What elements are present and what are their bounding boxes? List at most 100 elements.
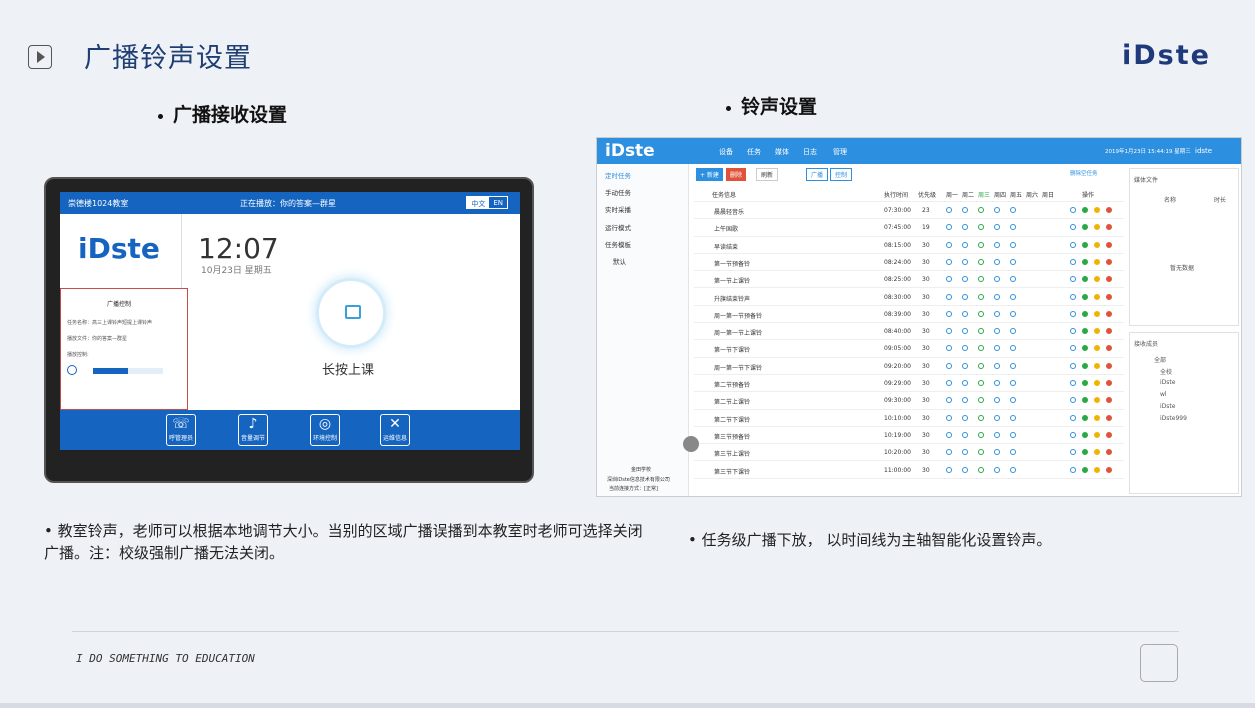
nav-admin[interactable]: 管理: [833, 147, 847, 157]
table-row[interactable]: 第二节预备铃 09:29:00 30: [694, 375, 1124, 393]
table-row[interactable]: 第三节上课铃 10:20:00 30: [694, 444, 1124, 462]
lang-en[interactable]: EN: [489, 197, 507, 208]
row-action-icon[interactable]: [1094, 241, 1100, 248]
nav-media[interactable]: 媒体: [775, 147, 789, 157]
tree-item[interactable]: wl: [1160, 391, 1167, 398]
side-manual-task[interactable]: 手动任务: [605, 187, 631, 197]
row-action-icon[interactable]: [1094, 293, 1100, 300]
lock-button[interactable]: [316, 278, 386, 348]
table-row[interactable]: 上午国歌 07:45:00 19: [694, 219, 1124, 237]
table-row[interactable]: 晨晨轻音乐 07:30:00 23: [694, 202, 1124, 220]
row-action-icon[interactable]: [1106, 466, 1112, 473]
play-icon[interactable]: [28, 45, 52, 69]
nav-log[interactable]: 日志: [803, 147, 817, 157]
table-row[interactable]: 第三节下课铃 11:00:00 30: [694, 462, 1124, 479]
row-action-icon[interactable]: [1082, 293, 1088, 300]
side-realtime[interactable]: 实时采播: [605, 204, 631, 214]
row-action-icon[interactable]: [1070, 293, 1076, 300]
table-row[interactable]: 第一节上课铃 08:25:00 30: [694, 271, 1124, 289]
table-row[interactable]: 第一节预备铃 08:24:00 30: [694, 254, 1124, 272]
row-action-icon[interactable]: [1094, 362, 1100, 369]
row-action-icon[interactable]: [1070, 310, 1076, 317]
row-action-icon[interactable]: [1082, 276, 1088, 283]
row-action-icon[interactable]: [1082, 362, 1088, 369]
row-action-icon[interactable]: [1070, 345, 1076, 352]
row-action-icon[interactable]: [1094, 414, 1100, 421]
call-admin-button[interactable]: ☏ 呼管理员: [166, 414, 196, 446]
row-action-icon[interactable]: [1094, 224, 1100, 231]
nav-device[interactable]: 设备: [719, 147, 733, 157]
row-action-icon[interactable]: [1070, 380, 1076, 386]
row-action-icon[interactable]: [1106, 293, 1112, 300]
row-action-icon[interactable]: [1094, 466, 1100, 473]
row-action-icon[interactable]: [1106, 345, 1112, 352]
row-action-icon[interactable]: [1082, 224, 1088, 231]
row-action-icon[interactable]: [1094, 397, 1100, 404]
row-action-icon[interactable]: [1070, 466, 1076, 473]
row-action-icon[interactable]: [1070, 362, 1076, 369]
row-action-icon[interactable]: [1082, 345, 1088, 352]
row-action-icon[interactable]: [1070, 276, 1076, 283]
row-action-icon[interactable]: [1094, 345, 1100, 352]
row-action-icon[interactable]: [1106, 362, 1112, 369]
nav-task[interactable]: 任务: [747, 147, 761, 157]
lang-switch[interactable]: 中文 EN: [466, 196, 508, 209]
row-action-icon[interactable]: [1106, 449, 1112, 456]
table-row[interactable]: 周一第一节下课铃 09:20:00 30: [694, 358, 1124, 375]
volume-slider[interactable]: [93, 368, 163, 374]
row-action-icon[interactable]: [1082, 310, 1088, 317]
row-action-icon[interactable]: [1070, 431, 1076, 438]
row-action-icon[interactable]: [1094, 207, 1100, 213]
control-button[interactable]: 控制: [830, 168, 853, 181]
new-button[interactable]: + 新建: [696, 168, 723, 181]
tree-all[interactable]: 全部: [1154, 355, 1166, 364]
volume-button[interactable]: ♪ 音量调节: [238, 414, 268, 446]
row-action-icon[interactable]: [1106, 224, 1112, 231]
delete-button[interactable]: 删除: [726, 168, 747, 181]
table-row[interactable]: 周一第一节预备铃 08:39:00 30: [694, 306, 1124, 324]
refresh-button[interactable]: 刷新: [756, 168, 779, 181]
row-action-icon[interactable]: [1070, 241, 1076, 248]
row-action-icon[interactable]: [1082, 466, 1088, 473]
pause-icon[interactable]: [67, 365, 77, 375]
row-action-icon[interactable]: [1082, 414, 1088, 421]
tree-item[interactable]: iDste: [1160, 403, 1175, 410]
row-action-icon[interactable]: [1106, 310, 1112, 317]
row-action-icon[interactable]: [1106, 380, 1112, 386]
row-action-icon[interactable]: [1082, 397, 1088, 404]
side-run-mode[interactable]: 运行模式: [605, 222, 631, 232]
table-row[interactable]: 第三节预备铃 10:19:00 30: [694, 427, 1124, 445]
row-action-icon[interactable]: [1070, 449, 1076, 456]
row-action-icon[interactable]: [1094, 276, 1100, 283]
table-row[interactable]: 第一节下课铃 09:05:00 30: [694, 340, 1124, 358]
row-action-icon[interactable]: [1070, 328, 1076, 335]
row-action-icon[interactable]: [1094, 431, 1100, 438]
tree-item[interactable]: iDste999: [1160, 415, 1187, 422]
row-action-icon[interactable]: [1082, 258, 1088, 265]
row-action-icon[interactable]: [1082, 328, 1088, 335]
tree-school[interactable]: 全校: [1160, 367, 1172, 376]
lang-cn[interactable]: 中文: [467, 197, 490, 208]
row-action-icon[interactable]: [1094, 310, 1100, 317]
row-action-icon[interactable]: [1106, 276, 1112, 283]
row-action-icon[interactable]: [1070, 224, 1076, 231]
collapse-sidebar-button[interactable]: [683, 436, 699, 452]
row-action-icon[interactable]: [1106, 241, 1112, 248]
row-action-icon[interactable]: [1082, 207, 1088, 213]
app-user[interactable]: idste: [1195, 147, 1212, 155]
row-action-icon[interactable]: [1070, 414, 1076, 421]
table-row[interactable]: 第二节下课铃 10:10:00 30: [694, 410, 1124, 427]
side-template[interactable]: 任务模板: [605, 239, 631, 249]
table-row[interactable]: 周一第一节上课铃 08:40:00 30: [694, 323, 1124, 341]
side-timed-task[interactable]: 定时任务: [605, 170, 631, 180]
row-action-icon[interactable]: [1094, 380, 1100, 386]
row-action-icon[interactable]: [1094, 328, 1100, 335]
row-action-icon[interactable]: [1106, 431, 1112, 438]
row-action-icon[interactable]: [1094, 449, 1100, 456]
row-action-icon[interactable]: [1082, 431, 1088, 438]
table-row[interactable]: 升旗结束铃声 08:30:00 30: [694, 289, 1124, 306]
row-action-icon[interactable]: [1106, 258, 1112, 265]
row-action-icon[interactable]: [1082, 380, 1088, 386]
row-action-icon[interactable]: [1106, 414, 1112, 421]
row-action-icon[interactable]: [1106, 328, 1112, 335]
